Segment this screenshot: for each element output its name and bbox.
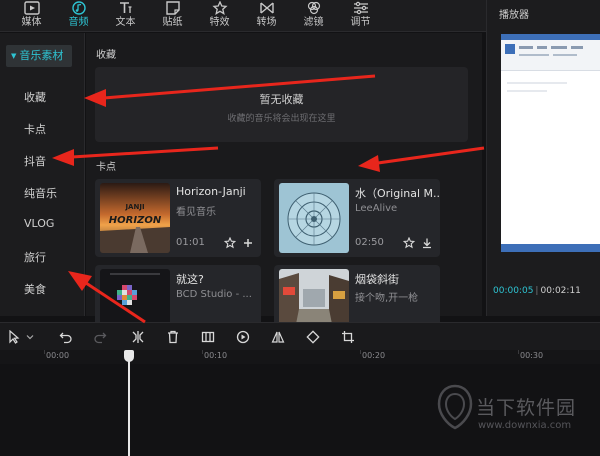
- playhead-handle[interactable]: [124, 350, 134, 362]
- mirror-icon[interactable]: [270, 329, 286, 345]
- watermark-logo-icon: [437, 384, 473, 430]
- music-sidebar: ▼ 音乐素材 收藏 卡点 抖音 纯音乐 VLOG 旅行 美食: [0, 33, 85, 316]
- video-preview[interactable]: [501, 34, 600, 252]
- favorites-empty-state: 暂无收藏 收藏的音乐将会出现在这里: [95, 67, 468, 142]
- tick-label: 00:10: [204, 351, 228, 360]
- tab-text[interactable]: 文本: [102, 0, 149, 32]
- audio-icon: [71, 1, 87, 15]
- tab-effects-label: 特效: [209, 17, 230, 28]
- add-plus-icon[interactable]: [241, 236, 255, 250]
- top-toolbar: 媒体 音频 文本 贴纸 特效 转场 滤镜 调节: [0, 0, 486, 32]
- card-title: Horizon-Janji: [176, 185, 246, 198]
- card-artist: LeeAlive: [355, 203, 398, 214]
- editor-window: 媒体 音频 文本 贴纸 特效 转场 滤镜 调节 ▼ 音乐素材 收藏 卡点 抖音 …: [0, 0, 600, 456]
- select-pointer-icon[interactable]: [6, 329, 22, 345]
- tab-media-label: 媒体: [21, 17, 42, 28]
- download-icon[interactable]: [420, 236, 434, 250]
- card-artist: 看见音乐: [176, 207, 216, 218]
- card-artist: 接个吻,开一枪: [355, 293, 419, 304]
- cover-text-horizon: HORIZON: [108, 215, 162, 226]
- tick-mark: [202, 350, 203, 354]
- category-music-library[interactable]: ▼ 音乐素材: [6, 45, 72, 67]
- tab-text-label: 文本: [115, 17, 136, 28]
- chevron-down-icon[interactable]: [24, 329, 36, 345]
- tick-label: 00:20: [362, 351, 386, 360]
- tab-sticker[interactable]: 贴纸: [149, 0, 196, 32]
- tab-adjust[interactable]: 调节: [337, 0, 384, 32]
- card-title: 烟袋斜街: [355, 273, 399, 286]
- favorites-section-title: 收藏: [96, 50, 116, 61]
- category-label: 音乐素材: [19, 49, 64, 62]
- tick-mark: [518, 350, 519, 354]
- player-panel: 播放器 00:00:05 | 00:02:11: [486, 0, 600, 316]
- card-title: 水（Original M...: [355, 187, 439, 200]
- card-title: 就这?: [176, 273, 204, 286]
- sidebar-item-favorites[interactable]: 收藏: [24, 89, 46, 105]
- player-title: 播放器: [499, 10, 529, 21]
- effects-icon: [211, 1, 228, 15]
- album-cover: JANJI HORIZON: [100, 183, 170, 253]
- tab-audio[interactable]: 音频: [55, 0, 102, 32]
- tick-mark: [44, 350, 45, 354]
- freeze-frame-icon[interactable]: [200, 329, 216, 345]
- edit-toolbar: [0, 322, 600, 350]
- timeline-ruler[interactable]: 00:00 00:10 00:20 00:30: [0, 350, 600, 364]
- sidebar-item-pure-music[interactable]: 纯音乐: [24, 185, 57, 201]
- current-time: 00:00:05: [493, 286, 534, 296]
- sidebar-item-douyin[interactable]: 抖音: [24, 153, 46, 169]
- sidebar-item-beat[interactable]: 卡点: [24, 121, 46, 137]
- music-card[interactable]: 水（Original M... LeeAlive 02:50: [274, 179, 440, 257]
- tab-filter-label: 滤镜: [303, 17, 324, 28]
- card-duration: 02:50: [355, 237, 384, 248]
- caret-down-icon: ▼: [11, 52, 17, 60]
- tab-adjust-label: 调节: [350, 17, 371, 28]
- time-separator: |: [535, 286, 539, 296]
- timecode: 00:00:05 | 00:02:11: [493, 286, 581, 296]
- sticker-icon: [165, 1, 181, 15]
- transition-icon: [259, 1, 275, 15]
- music-card[interactable]: JANJI HORIZON Horizon-Janji 看见音乐 01:01: [95, 179, 261, 257]
- tab-audio-label: 音频: [68, 17, 89, 28]
- card-artist: BCD Studio - ...: [176, 289, 252, 300]
- cover-text-janji: JANJI: [125, 203, 145, 211]
- media-icon: [23, 1, 40, 15]
- tab-sticker-label: 贴纸: [162, 17, 183, 28]
- watermark-url: www.downxia.com: [478, 420, 572, 431]
- empty-subtitle: 收藏的音乐将会出现在这里: [227, 114, 336, 124]
- playhead-line[interactable]: [128, 360, 130, 456]
- rotate-icon[interactable]: [305, 329, 321, 345]
- tick-label: 00:00: [46, 351, 70, 360]
- split-icon[interactable]: [130, 329, 146, 345]
- tab-media[interactable]: 媒体: [8, 0, 55, 32]
- filter-icon: [306, 1, 322, 15]
- album-cover: [279, 183, 349, 253]
- tick-label: 00:30: [520, 351, 544, 360]
- card-duration: 01:01: [176, 237, 205, 248]
- reverse-play-icon[interactable]: [235, 329, 251, 345]
- delete-icon[interactable]: [165, 329, 181, 345]
- tab-filter[interactable]: 滤镜: [290, 0, 337, 32]
- text-icon: [118, 1, 134, 15]
- favorite-star-icon[interactable]: [223, 236, 237, 250]
- watermark-text: 当下软件园: [476, 397, 577, 419]
- tab-effects[interactable]: 特效: [196, 0, 243, 32]
- tab-transition-label: 转场: [256, 17, 277, 28]
- beat-section-title: 卡点: [96, 162, 116, 173]
- undo-icon[interactable]: [58, 329, 74, 345]
- sidebar-item-vlog[interactable]: VLOG: [24, 217, 54, 230]
- sidebar-item-food[interactable]: 美食: [24, 281, 46, 297]
- sidebar-item-travel[interactable]: 旅行: [24, 249, 46, 265]
- tick-mark: [360, 350, 361, 354]
- music-library: 收藏 暂无收藏 收藏的音乐将会出现在这里 卡点 JANJI HORIZON Ho…: [86, 33, 482, 343]
- total-time: 00:02:11: [540, 286, 581, 296]
- redo-icon[interactable]: [92, 329, 108, 345]
- tab-transition[interactable]: 转场: [243, 0, 290, 32]
- adjust-icon: [353, 1, 369, 15]
- crop-icon[interactable]: [340, 329, 356, 345]
- empty-title: 暂无收藏: [259, 93, 304, 106]
- favorite-star-icon[interactable]: [402, 236, 416, 250]
